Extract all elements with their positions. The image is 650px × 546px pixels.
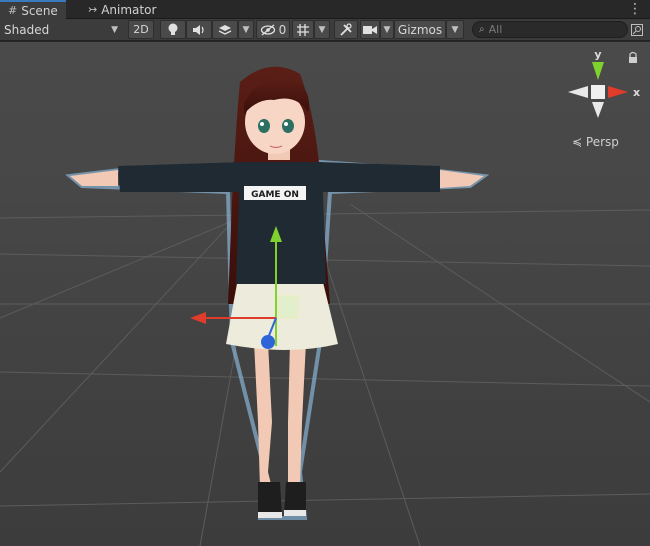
camera-button[interactable] xyxy=(360,20,380,39)
plane-handle[interactable] xyxy=(277,295,299,319)
tab-bar: # Scene ↣ Animator ⋮ xyxy=(0,0,650,19)
tab-animator[interactable]: ↣ Animator xyxy=(80,0,164,19)
z-axis-handle[interactable] xyxy=(261,335,275,349)
gizmo-x-label: x xyxy=(633,86,640,99)
chevron-down-icon: ▼ xyxy=(318,24,326,35)
animator-icon: ↣ xyxy=(88,3,98,16)
grid-toggle-button[interactable] xyxy=(292,20,314,39)
chevron-down-icon: ▼ xyxy=(242,24,250,35)
scene-toolbar: Shaded ▼ 2D ▼ 0 ▼ ▼ Gizmos ▼ ⌕ All xyxy=(0,19,650,41)
effects-stack-icon xyxy=(218,24,232,35)
scene-search-field[interactable]: ⌕ xyxy=(472,21,628,38)
speaker-icon xyxy=(193,24,204,35)
chevron-down-icon: ▼ xyxy=(111,24,118,35)
gizmo-y-label: y xyxy=(594,48,601,61)
gizmos-button[interactable]: Gizmos xyxy=(394,20,446,39)
audio-toggle-button[interactable] xyxy=(186,20,212,39)
search-options-button[interactable] xyxy=(629,20,645,39)
chevron-down-icon: ▼ xyxy=(451,24,459,35)
lightbulb-icon xyxy=(168,23,178,35)
search-input[interactable] xyxy=(488,23,609,36)
scene-viewport[interactable]: GAME ON y x ≼ Persp xyxy=(0,42,650,546)
chevron-left-icon: ≼ xyxy=(572,135,583,149)
effects-dropdown[interactable]: ▼ xyxy=(238,20,254,39)
lighting-toggle-button[interactable] xyxy=(160,20,186,39)
camera-icon xyxy=(363,25,377,34)
hoodie-print-text: GAME ON xyxy=(251,190,299,200)
projection-toggle[interactable]: ≼ Persp xyxy=(572,135,619,149)
effects-button[interactable] xyxy=(212,20,238,39)
tab-animator-label: Animator xyxy=(101,2,157,17)
gizmo-center-cube[interactable] xyxy=(591,85,605,99)
hidden-count: 0 xyxy=(278,22,287,37)
projection-label: Persp xyxy=(585,135,619,149)
gizmos-label: Gizmos xyxy=(397,22,443,37)
2d-toggle-button[interactable]: 2D xyxy=(128,20,154,39)
2d-label: 2D xyxy=(133,23,149,36)
grid-icon: # xyxy=(8,4,18,17)
search-options-icon xyxy=(631,23,643,36)
draw-mode-dropdown[interactable]: Shaded ▼ xyxy=(0,20,124,39)
gizmos-dropdown[interactable]: ▼ xyxy=(446,20,464,39)
more-options-icon[interactable]: ⋮ xyxy=(628,1,642,17)
scene-canvas[interactable]: GAME ON y x xyxy=(0,42,650,546)
tab-scene-label: Scene xyxy=(21,3,58,18)
tab-scene[interactable]: # Scene xyxy=(0,0,66,19)
search-icon: ⌕ xyxy=(479,24,485,35)
draw-mode-label: Shaded xyxy=(4,22,50,37)
camera-dropdown[interactable]: ▼ xyxy=(380,20,394,39)
wrench-icon xyxy=(340,22,352,36)
grid-snap-icon xyxy=(297,23,309,36)
hidden-eye-icon xyxy=(260,24,275,35)
chevron-down-icon: ▼ xyxy=(383,24,391,35)
tools-button[interactable] xyxy=(334,20,358,39)
grid-dropdown[interactable]: ▼ xyxy=(314,20,330,39)
scene-visibility-button[interactable]: 0 xyxy=(256,20,290,39)
